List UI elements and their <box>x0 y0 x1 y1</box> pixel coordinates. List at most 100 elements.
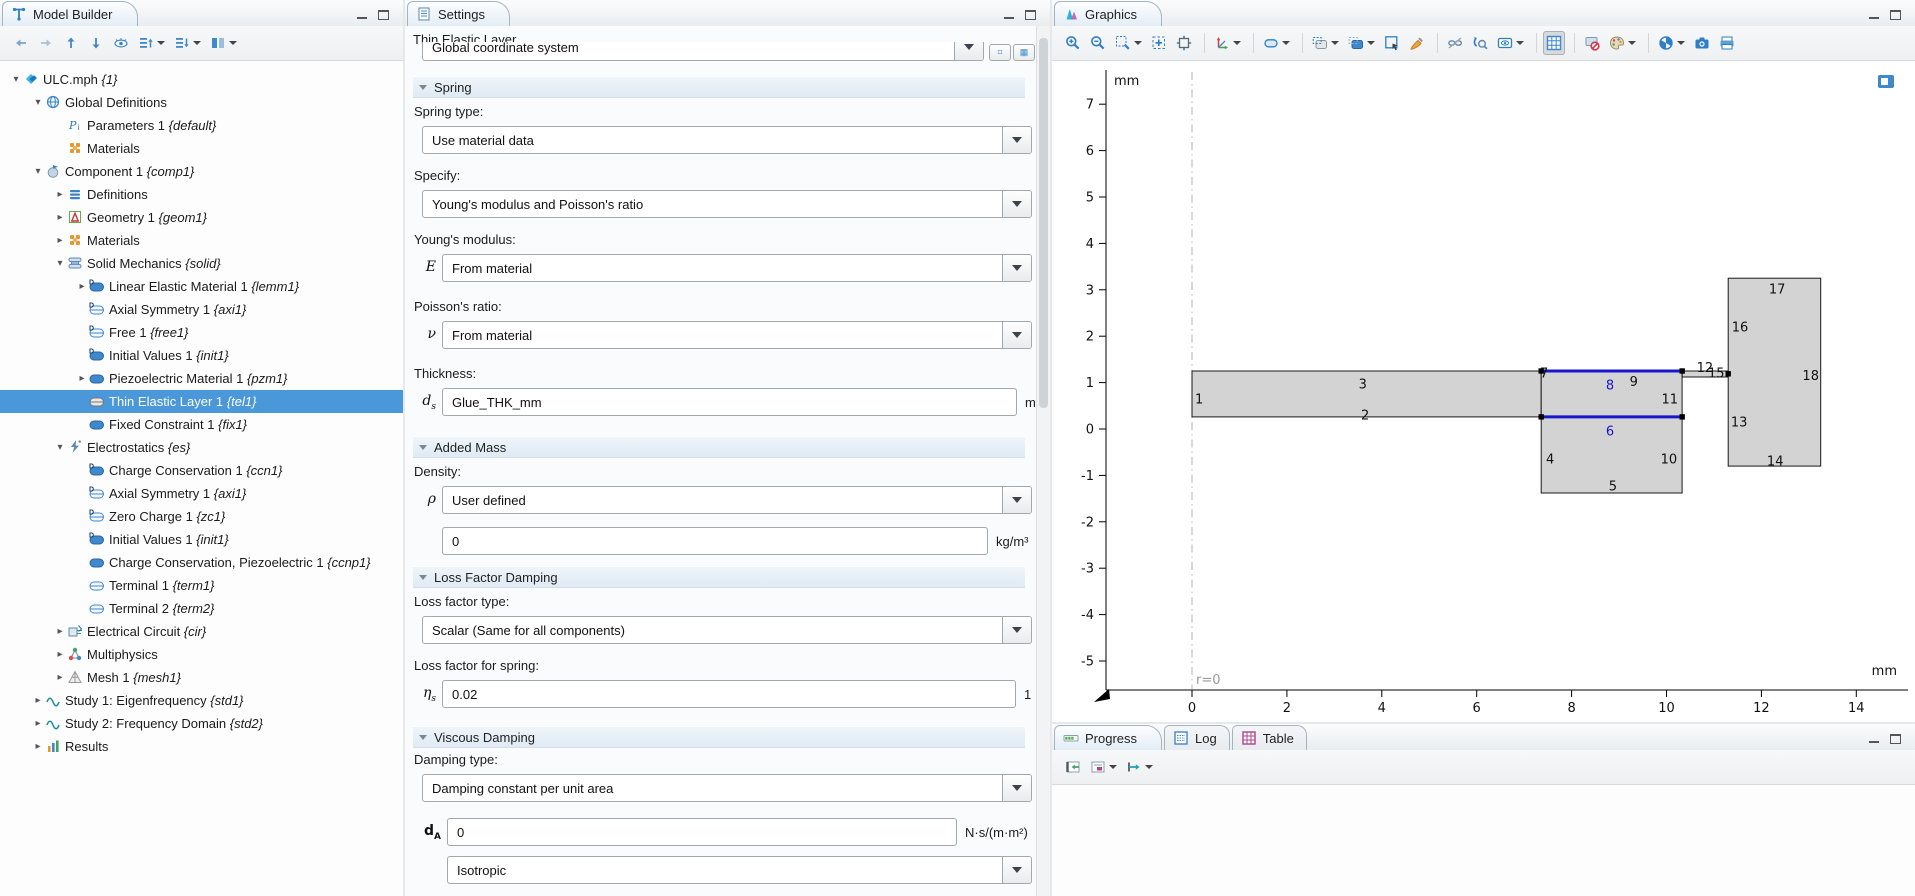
select-damping-type[interactable]: Damping constant per unit area <box>422 774 1032 802</box>
tree-item-charge-conservation-piezoelectric-1[interactable]: Charge Conservation, Piezoelectric 1 {cc… <box>0 551 403 574</box>
snapshot-camera-button[interactable] <box>1691 31 1713 55</box>
nav-forward-button[interactable] <box>35 31 57 55</box>
section-header-spring[interactable]: Spring <box>413 76 1025 98</box>
tree-item-terminal-2[interactable]: Terminal 2 {term2} <box>0 597 403 620</box>
chevron-down-icon[interactable] <box>1367 41 1375 45</box>
tree-item-global-definitions[interactable]: ▾Global Definitions <box>0 91 403 114</box>
tree-item-initial-values-1[interactable]: DInitial Values 1 {init1} <box>0 344 403 367</box>
dropdown-button[interactable] <box>1002 255 1031 281</box>
dropdown-button[interactable] <box>1002 191 1031 217</box>
input-thickness[interactable]: Glue_THK_mm <box>442 388 1017 416</box>
progress-detail-button[interactable] <box>1087 755 1120 779</box>
tree-item-geometry-1[interactable]: ▸Geometry 1 {geom1} <box>0 206 403 229</box>
model-tree-columns-button[interactable] <box>207 31 240 55</box>
tree-item-mesh-1[interactable]: ▸Mesh 1 {mesh1} <box>0 666 403 689</box>
maximize-button[interactable] <box>378 10 389 19</box>
select-attached-button[interactable] <box>1345 31 1378 55</box>
boundary-mode-button[interactable] <box>1260 31 1293 55</box>
tree-item-multiphysics[interactable]: ▸Multiphysics <box>0 643 403 666</box>
chevron-down-icon[interactable] <box>229 41 237 45</box>
tab-log[interactable]: Log <box>1164 725 1230 750</box>
expand-all-button[interactable] <box>135 31 168 55</box>
section-header-viscous[interactable]: Viscous Damping <box>413 726 1025 748</box>
maximize-button[interactable] <box>1890 734 1901 743</box>
chevron-down-icon[interactable] <box>193 41 201 45</box>
chevron-down-icon[interactable] <box>1331 41 1339 45</box>
expand-arrow-icon[interactable]: ▸ <box>54 672 66 683</box>
tree-item-results[interactable]: ▸Results <box>0 735 403 758</box>
collapse-arrow-icon[interactable]: ▾ <box>54 442 66 453</box>
expand-arrow-icon[interactable]: ▸ <box>54 649 66 660</box>
settings-scrollbar[interactable] <box>1036 26 1050 896</box>
expand-arrow-icon[interactable]: ▸ <box>76 281 88 292</box>
show-node-button[interactable] <box>110 31 132 55</box>
tab-table[interactable]: Table <box>1232 725 1307 750</box>
tree-item-zero-charge-1[interactable]: DZero Charge 1 {zc1} <box>0 505 403 528</box>
maximize-button[interactable] <box>1025 10 1036 19</box>
tree-item-terminal-1[interactable]: Terminal 1 {term1} <box>0 574 403 597</box>
dropdown-button[interactable] <box>1002 487 1031 513</box>
deselect-brush-button[interactable] <box>1406 31 1428 55</box>
field-action-2-button[interactable]: ▦ <box>1013 44 1035 61</box>
zoom-selected-button[interactable] <box>1173 31 1195 55</box>
section-header-loss[interactable]: Loss Factor Damping <box>413 566 1025 588</box>
minimize-button[interactable] <box>357 10 368 19</box>
dropdown-button[interactable] <box>1002 775 1031 801</box>
expand-arrow-icon[interactable]: ▸ <box>32 718 44 729</box>
expand-arrow-icon[interactable]: ▸ <box>32 695 44 706</box>
tree-item-piezoelectric-material-1[interactable]: ▸Piezoelectric Material 1 {pzm1} <box>0 367 403 390</box>
tree-item-linear-elastic-material-1[interactable]: ▸DLinear Elastic Material 1 {lemm1} <box>0 275 403 298</box>
collapse-arrow-icon[interactable]: ▾ <box>32 166 44 177</box>
move-to-button[interactable] <box>1123 755 1156 779</box>
dropdown-button[interactable] <box>1002 322 1031 348</box>
tree-item-free-1[interactable]: DFree 1 {free1} <box>0 321 403 344</box>
tab-model-builder[interactable]: Model Builder <box>2 1 138 26</box>
tree-item-axial-symmetry-1[interactable]: DAxial Symmetry 1 {axi1} <box>0 482 403 505</box>
scrollbar-thumb[interactable] <box>1039 38 1048 408</box>
select-region-button[interactable] <box>1381 31 1403 55</box>
chevron-down-icon[interactable] <box>1145 765 1153 769</box>
zoom-box-button[interactable] <box>1112 31 1145 55</box>
tree-item-parameters-1[interactable]: PiParameters 1 {default} <box>0 114 403 137</box>
expand-arrow-icon[interactable]: ▸ <box>54 626 66 637</box>
chevron-down-icon[interactable] <box>1628 41 1636 45</box>
field-action-1-button[interactable]: ⌗ <box>989 44 1011 61</box>
coordinate-system-select[interactable]: Global coordinate system <box>422 42 984 64</box>
expand-arrow-icon[interactable]: ▸ <box>54 235 66 246</box>
tree-item-materials[interactable]: Materials <box>0 137 403 160</box>
move-down-button[interactable] <box>85 31 107 55</box>
tree-item-initial-values-1[interactable]: DInitial Values 1 {init1} <box>0 528 403 551</box>
select-box-button[interactable] <box>1309 31 1342 55</box>
default-view-button[interactable] <box>1211 31 1244 55</box>
tree-item-ulc.mph[interactable]: ▾ULC.mph {1} <box>0 68 403 91</box>
scene-light-button[interactable] <box>1655 31 1688 55</box>
dropdown-button[interactable] <box>1002 127 1031 153</box>
maximize-button[interactable] <box>1890 10 1901 19</box>
plot-canvas[interactable]: 1327891112156410517161813140246810121476… <box>1052 62 1915 722</box>
chevron-down-icon[interactable] <box>1134 41 1142 45</box>
zoom-in-button[interactable] <box>1062 31 1084 55</box>
zoom-out-button[interactable] <box>1087 31 1109 55</box>
select-poissons[interactable]: From material <box>442 321 1032 349</box>
print-button[interactable] <box>1716 31 1738 55</box>
chevron-down-icon[interactable] <box>157 41 165 45</box>
chevron-down-icon[interactable] <box>1516 41 1524 45</box>
chevron-down-icon[interactable] <box>1109 765 1117 769</box>
select-spring-type[interactable]: Use material data <box>422 126 1032 154</box>
dropdown-button[interactable] <box>1002 857 1031 883</box>
expand-arrow-icon[interactable]: ▸ <box>32 741 44 752</box>
select-density[interactable]: User defined <box>442 486 1032 514</box>
chevron-down-icon[interactable] <box>1677 41 1685 45</box>
select-youngs[interactable]: From material <box>442 254 1032 282</box>
tree-item-materials[interactable]: ▸Materials <box>0 229 403 252</box>
select-loss-type[interactable]: Scalar (Same for all components) <box>422 616 1032 644</box>
chevron-down-icon[interactable] <box>1282 41 1290 45</box>
tab-settings[interactable]: Settings <box>407 1 510 26</box>
tree-item-thin-elastic-layer-1[interactable]: Thin Elastic Layer 1 {tel1} <box>0 390 403 413</box>
minimize-button[interactable] <box>1004 10 1015 19</box>
collapse-arrow-icon[interactable]: ▾ <box>54 258 66 269</box>
expand-arrow-icon[interactable]: ▸ <box>76 373 88 384</box>
tree-item-study-1-eigenfrequency[interactable]: ▸Study 1: Eigenfrequency {std1} <box>0 689 403 712</box>
remove-plot-button[interactable] <box>1581 31 1603 55</box>
tree-item-electrostatics[interactable]: ▾Electrostatics {es} <box>0 436 403 459</box>
